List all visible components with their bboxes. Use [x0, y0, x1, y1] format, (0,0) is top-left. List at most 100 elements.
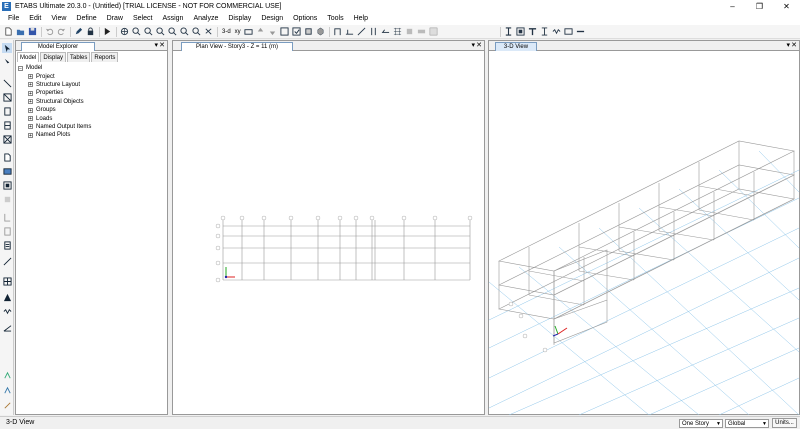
- save-icon[interactable]: [27, 26, 38, 37]
- link-icon[interactable]: [563, 26, 574, 37]
- menu-design[interactable]: Design: [256, 13, 288, 25]
- line-style-icon[interactable]: [575, 26, 586, 37]
- undo-icon[interactable]: [44, 26, 55, 37]
- draw-wall-icon[interactable]: [2, 180, 12, 190]
- tab-display[interactable]: Display: [40, 52, 67, 62]
- wall-icon[interactable]: [404, 26, 415, 37]
- units-button[interactable]: Units...: [772, 418, 797, 428]
- draw-joint-icon[interactable]: [2, 78, 12, 88]
- object-shrink-icon[interactable]: [303, 26, 314, 37]
- rubber-band-zoom-icon[interactable]: [191, 26, 202, 37]
- expand-icon[interactable]: +: [28, 90, 33, 96]
- beam-icon[interactable]: [380, 26, 391, 37]
- tree-item[interactable]: + Project: [18, 72, 91, 80]
- close-button[interactable]: ✕: [773, 0, 800, 13]
- menu-file[interactable]: File: [3, 13, 24, 25]
- draw-rectangle-icon[interactable]: [2, 166, 12, 176]
- snap-options-icon[interactable]: [2, 370, 12, 380]
- frame-section-icon[interactable]: [332, 26, 343, 37]
- collapse-icon[interactable]: −: [18, 65, 23, 71]
- draw-floor-icon[interactable]: [2, 152, 12, 162]
- tab-model[interactable]: Model: [17, 52, 40, 62]
- menu-draw[interactable]: Draw: [102, 13, 128, 25]
- frame-property-icon[interactable]: [515, 26, 526, 37]
- section-properties-icon[interactable]: [539, 26, 550, 37]
- rotate-icon[interactable]: [203, 26, 214, 37]
- draw-beam-icon[interactable]: [2, 92, 12, 102]
- check-icon[interactable]: [291, 26, 302, 37]
- move-up-icon[interactable]: [255, 26, 266, 37]
- close-panel-icon[interactable]: ✕: [476, 41, 482, 51]
- tree-item[interactable]: + Groups: [18, 106, 91, 114]
- grid-icon[interactable]: [392, 26, 403, 37]
- view-3d-button[interactable]: 3-d: [220, 29, 233, 35]
- minimize-button[interactable]: –: [719, 0, 746, 13]
- draw-spring-icon[interactable]: [2, 306, 12, 316]
- pointer-tool-icon[interactable]: [2, 43, 12, 53]
- expand-icon[interactable]: +: [28, 74, 33, 80]
- tab-tables[interactable]: Tables: [67, 52, 91, 62]
- elevation-view-icon[interactable]: [243, 26, 254, 37]
- expand-icon[interactable]: +: [28, 82, 33, 88]
- pin-icon[interactable]: ▾: [786, 41, 790, 51]
- expand-icon[interactable]: +: [28, 132, 33, 138]
- draw-column-icon[interactable]: [2, 106, 12, 116]
- draw-brace-icon[interactable]: [2, 120, 12, 130]
- tree-root[interactable]: − Model: [18, 64, 91, 72]
- plan-view-button[interactable]: xy: [233, 29, 243, 35]
- plan-canvas[interactable]: [173, 52, 484, 415]
- zoom-in-icon[interactable]: [131, 26, 142, 37]
- draw-tendon-icon[interactable]: [2, 226, 12, 236]
- menu-assign[interactable]: Assign: [157, 13, 188, 25]
- plan-view-title[interactable]: Plan View - Story3 - Z = 11 (m): [181, 42, 293, 51]
- move-down-icon[interactable]: [267, 26, 278, 37]
- draw-link-icon[interactable]: [2, 212, 12, 222]
- draw-opening-icon[interactable]: [2, 194, 12, 204]
- zoom-window-icon[interactable]: [155, 26, 166, 37]
- draw-dimension-icon[interactable]: [2, 256, 12, 266]
- expand-icon[interactable]: +: [28, 124, 33, 130]
- open-icon[interactable]: [15, 26, 26, 37]
- draw-grid-icon[interactable]: [2, 276, 12, 286]
- tree-item[interactable]: + Structure Layout: [18, 81, 91, 89]
- menu-select[interactable]: Select: [128, 13, 157, 25]
- run-analysis-icon[interactable]: [102, 26, 113, 37]
- column-icon[interactable]: [368, 26, 379, 37]
- menu-tools[interactable]: Tools: [322, 13, 348, 25]
- redo-icon[interactable]: [56, 26, 67, 37]
- 3d-canvas[interactable]: [489, 52, 799, 415]
- expand-icon[interactable]: +: [28, 99, 33, 105]
- tab-reports[interactable]: Reports: [91, 52, 119, 62]
- pencil-icon[interactable]: [73, 26, 84, 37]
- tree-item[interactable]: + Properties: [18, 89, 91, 97]
- menu-edit[interactable]: Edit: [24, 13, 46, 25]
- spring-icon[interactable]: [551, 26, 562, 37]
- menu-options[interactable]: Options: [288, 13, 322, 25]
- brace-icon[interactable]: [356, 26, 367, 37]
- zoom-previous-icon[interactable]: [179, 26, 190, 37]
- close-panel-icon[interactable]: ✕: [791, 41, 797, 51]
- draw-section-cut-icon[interactable]: [2, 240, 12, 250]
- expand-icon[interactable]: +: [28, 116, 33, 122]
- close-panel-icon[interactable]: ✕: [159, 41, 165, 51]
- expand-icon[interactable]: +: [28, 107, 33, 113]
- pin-icon[interactable]: ▾: [471, 41, 475, 51]
- tree-item[interactable]: + Loads: [18, 114, 91, 122]
- new-model-icon[interactable]: [3, 26, 14, 37]
- 3d-view-title[interactable]: 3-D View: [495, 42, 537, 51]
- tee-section-icon[interactable]: [527, 26, 538, 37]
- extrude-icon[interactable]: [315, 26, 326, 37]
- menu-display[interactable]: Display: [223, 13, 256, 25]
- menu-analyze[interactable]: Analyze: [188, 13, 223, 25]
- zoom-all-icon[interactable]: [167, 26, 178, 37]
- draw-support-icon[interactable]: [2, 292, 12, 302]
- reshape-tool-icon[interactable]: [2, 57, 12, 67]
- coordinate-system-select[interactable]: Global ▼: [725, 419, 769, 428]
- section-i-icon[interactable]: [503, 26, 514, 37]
- menu-define[interactable]: Define: [71, 13, 101, 25]
- menu-view[interactable]: View: [46, 13, 71, 25]
- draw-cross-brace-icon[interactable]: [2, 134, 12, 144]
- maximize-button[interactable]: ❐: [746, 0, 773, 13]
- pin-icon[interactable]: ▾: [154, 41, 158, 51]
- story-select[interactable]: One Story ▼: [679, 419, 723, 428]
